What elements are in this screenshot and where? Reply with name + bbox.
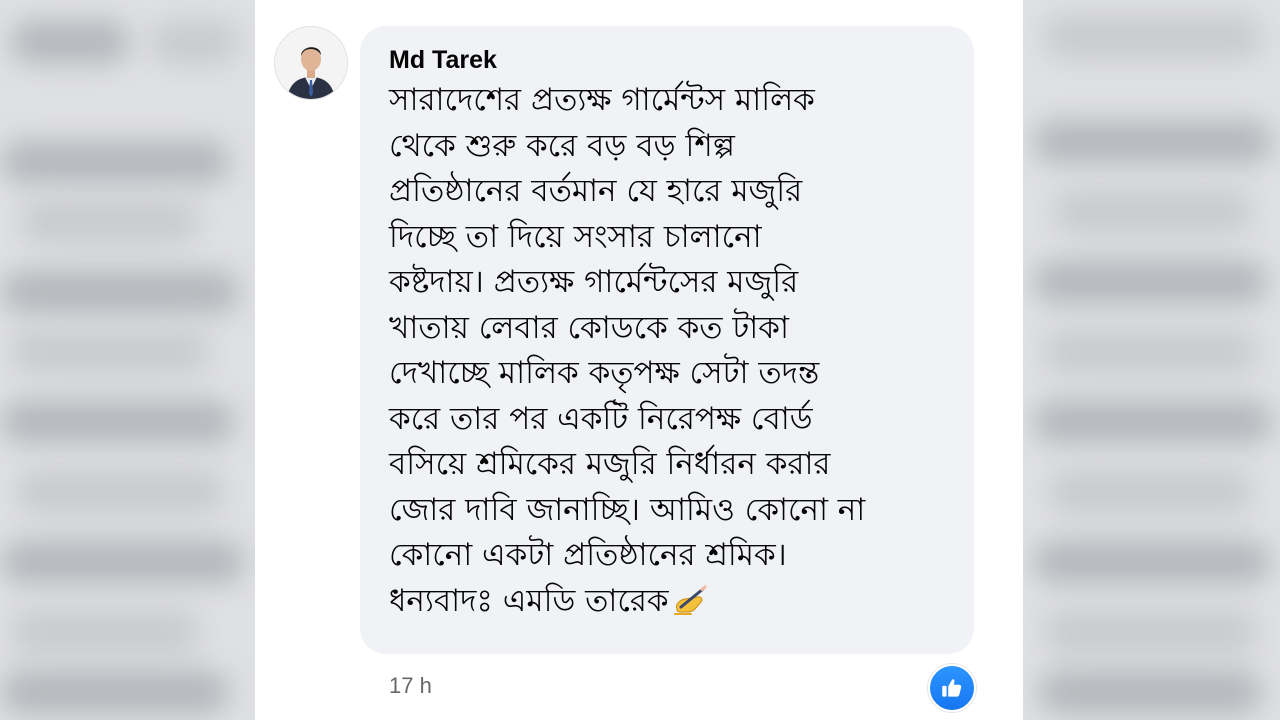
writing-hand-emoji-icon <box>671 583 707 615</box>
blurred-background-left <box>0 0 255 720</box>
profile-photo-icon <box>275 27 347 99</box>
comment-author[interactable]: Md Tarek <box>389 44 946 76</box>
screenshot-stage: Md Tarek সারাদেশের প্রত্যক্ষ গার্মেন্টস … <box>0 0 1280 720</box>
avatar[interactable] <box>274 26 348 100</box>
like-icon <box>942 679 962 697</box>
blurred-background-right <box>1023 0 1280 720</box>
comment-text: সারাদেশের প্রত্যক্ষ গার্মেন্টস মালিক থেক… <box>389 78 946 624</box>
comment-bubble: Md Tarek সারাদেশের প্রত্যক্ষ গার্মেন্টস … <box>360 26 974 654</box>
like-reaction-button[interactable] <box>928 664 976 712</box>
comment-timestamp[interactable]: 17 h <box>389 673 432 699</box>
comment-body: সারাদেশের প্রত্যক্ষ গার্মেন্টস মালিক থেক… <box>389 82 866 619</box>
